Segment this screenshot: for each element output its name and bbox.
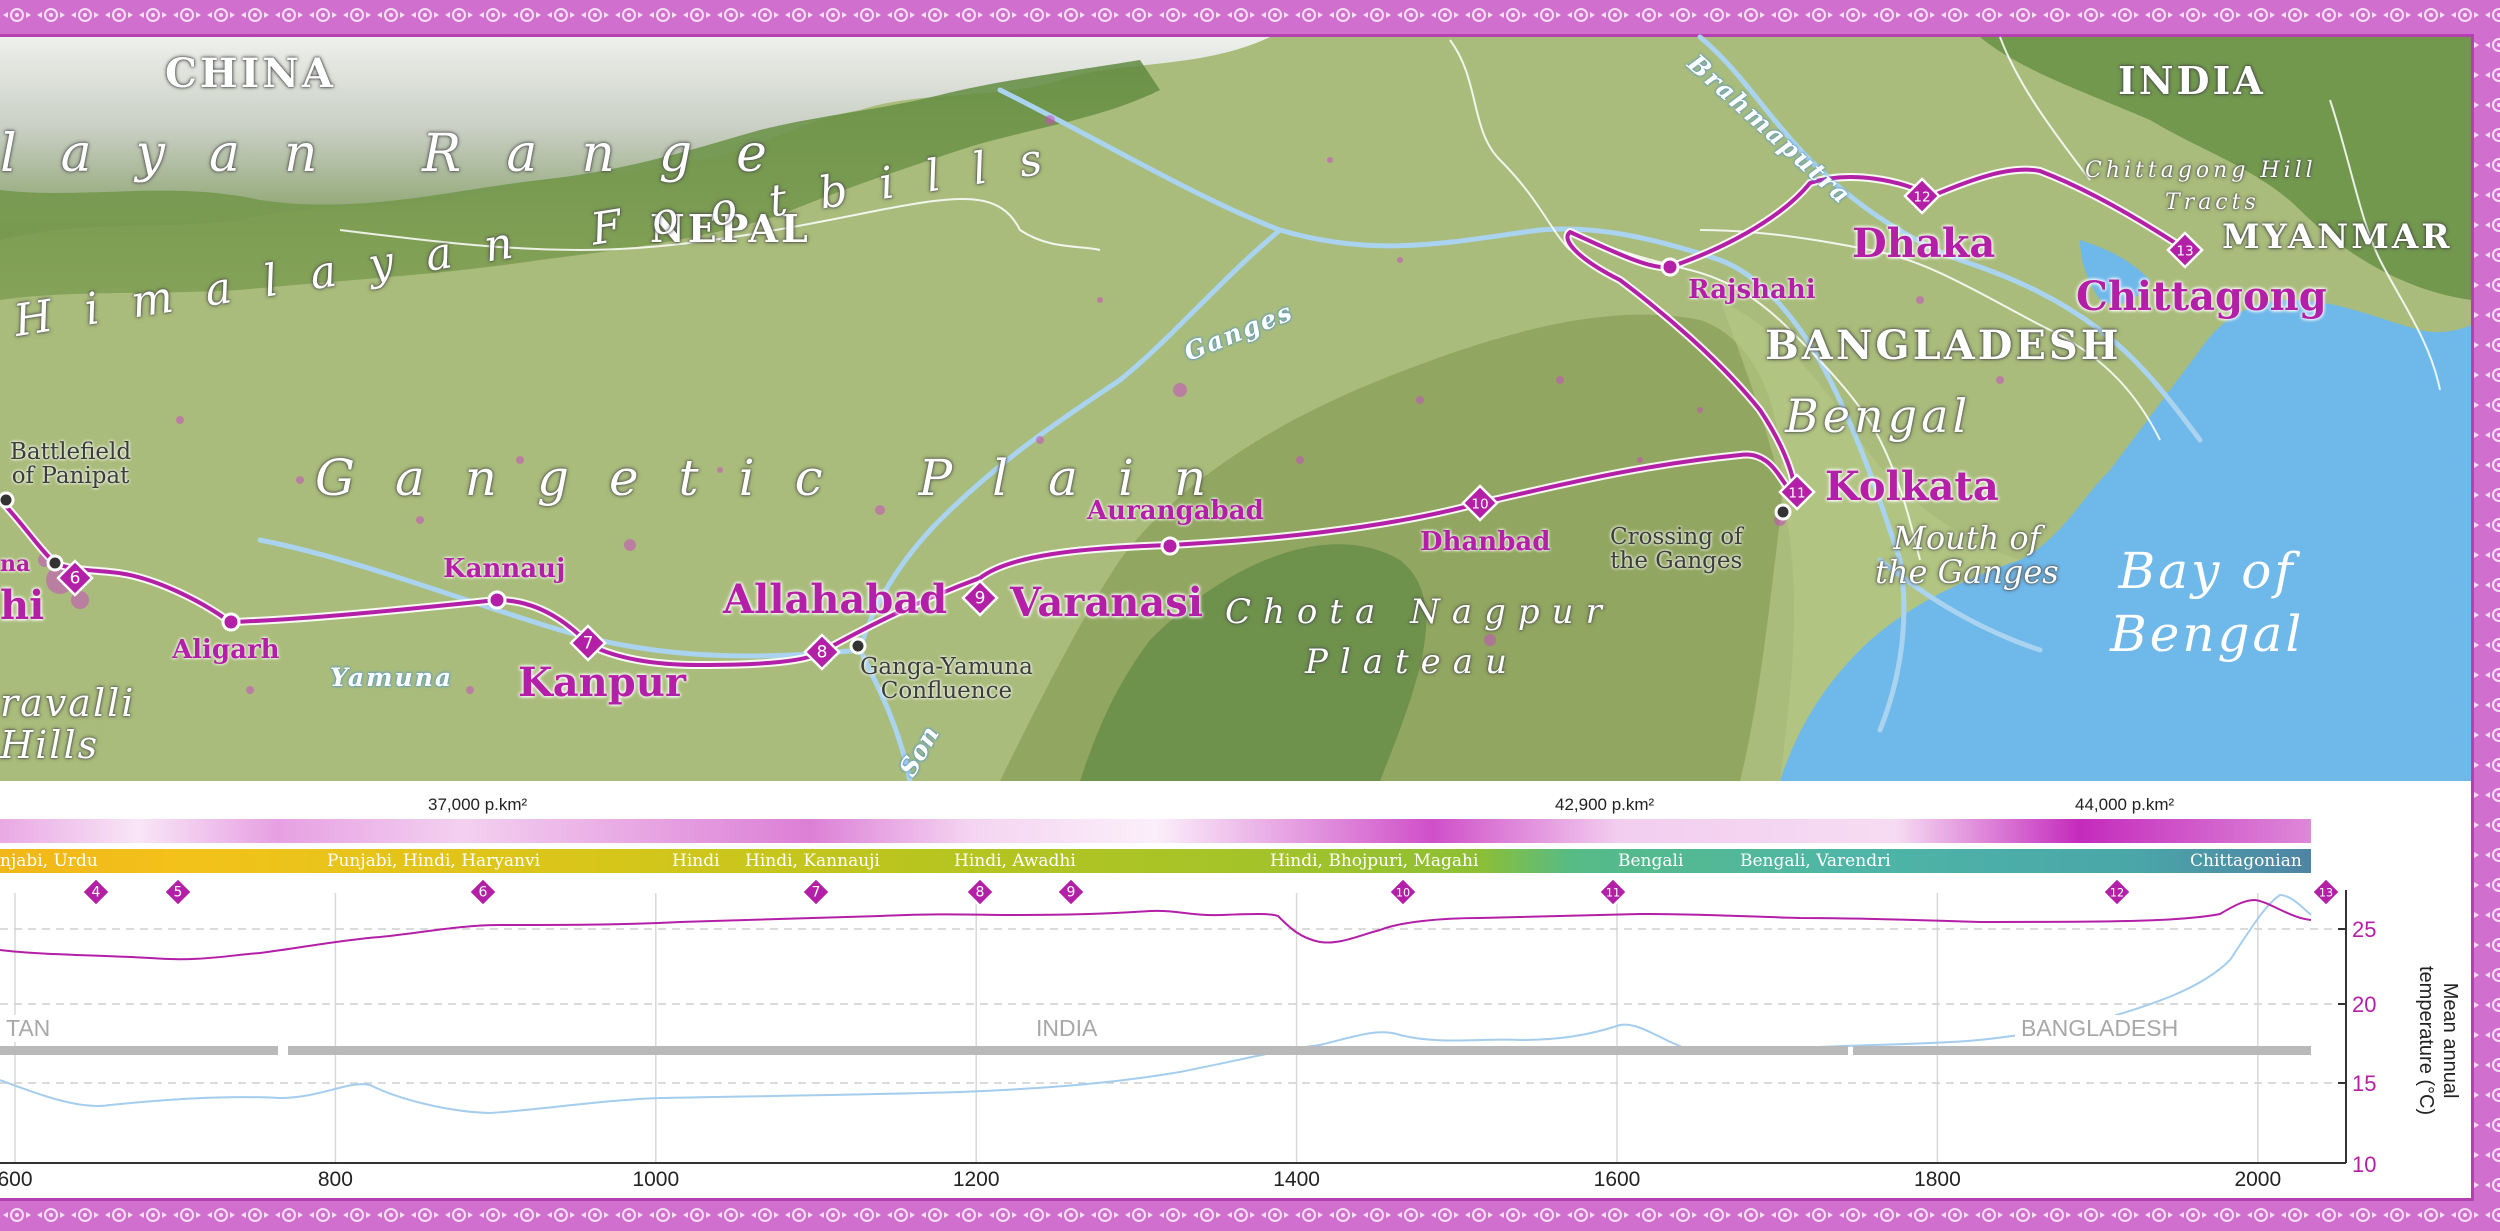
svg-text:12: 12	[1913, 190, 1930, 206]
language-label-chittagonian: Chittagonian	[2190, 851, 2302, 871]
city-dot-kannauj	[487, 590, 507, 610]
profile-panel: 4 5 6 7 8 9 10 11 12 13	[0, 781, 2471, 1198]
label-china: CHINA	[165, 50, 336, 97]
label-bangladesh: BANGLADESH	[1765, 322, 2122, 369]
label-city-dhanbad: Dhanbad	[1420, 527, 1551, 557]
label-tracts: Tracts	[2165, 190, 2260, 215]
label-bengal: Bengal	[1785, 389, 1972, 443]
country-band-pakistan	[0, 1046, 278, 1055]
city-dot-aligarh	[221, 612, 241, 632]
language-label-punjabi-urdu: njabi, Urdu	[0, 851, 98, 871]
language-label-hindi-awadhi: Hindi, Awadhi	[954, 851, 1076, 871]
x-tick-800: 800	[317, 1168, 353, 1191]
site-dot-confluence	[849, 637, 867, 655]
svg-text:6: 6	[479, 885, 488, 901]
language-label-hindi-bhojpuri-magahi: Hindi, Bhojpuri, Magahi	[1270, 851, 1479, 871]
city-dot-rajshahi	[1660, 257, 1680, 277]
label-plateau: Plateau	[1305, 642, 1519, 682]
language-label-punjabi-hindi-haryanvi: Punjabi, Hindi, Haryanvi	[327, 851, 541, 871]
label-ganga-yamuna-confluence: Ganga-Yamuna Confluence	[860, 654, 1033, 705]
label-city-varanasi: Varanasi	[1010, 579, 1203, 626]
x-tick-1600: 1600	[1593, 1168, 1641, 1191]
svg-text:10: 10	[1471, 497, 1488, 513]
x-tick-600: 600	[0, 1168, 33, 1191]
label-city-kannauj: Kannauj	[443, 554, 566, 584]
label-himalayan-range: layan Range	[0, 124, 811, 184]
country-band-india	[288, 1046, 1848, 1055]
label-city-dhaka: Dhaka	[1852, 220, 1996, 267]
language-label-bengali-varendri: Bengali, Varendri	[1740, 851, 1891, 871]
label-chota-nagpur: Chota Nagpur	[1225, 592, 1614, 632]
language-label-hindi-kannauji: Hindi, Kannauji	[745, 851, 880, 871]
density-bar	[0, 819, 2311, 843]
svg-text:8: 8	[817, 643, 828, 663]
svg-text:11: 11	[1606, 887, 1620, 900]
svg-text:6: 6	[70, 569, 81, 589]
label-myanmar: MYANMAR	[2222, 217, 2453, 257]
svg-text:13: 13	[2319, 887, 2333, 900]
label-india: INDIA	[2118, 58, 2266, 103]
label-city-partial-delhi: hi	[0, 582, 45, 629]
svg-text:10: 10	[1396, 887, 1410, 900]
language-label-bengali: Bengali	[1618, 851, 1684, 871]
svg-text:7: 7	[583, 634, 594, 654]
y-tick-25: 25	[2352, 917, 2377, 942]
y-tick-10: 10	[2352, 1152, 2377, 1177]
label-bay-of-bengal: Bay of Bengal	[2110, 542, 2305, 663]
label-city-partial-na: na	[0, 551, 31, 577]
svg-text:5: 5	[174, 885, 183, 901]
label-city-chittagong: Chittagong	[2076, 273, 2327, 320]
label-city-aurangabad: Aurangabad	[1087, 496, 1264, 526]
svg-text:4: 4	[92, 885, 101, 901]
country-band-label-bangladesh: BANGLADESH	[2015, 1015, 2185, 1042]
label-hills: Hills	[0, 723, 100, 767]
svg-text:8: 8	[976, 885, 985, 901]
svg-text:11: 11	[1788, 486, 1805, 502]
svg-text:9: 9	[1067, 885, 1076, 901]
density-label-1: 37,000 p.km²	[428, 795, 528, 814]
label-city-allahabad: Allahabad	[723, 576, 948, 623]
language-label-hindi: Hindi	[672, 851, 720, 871]
y-tick-20: 20	[2352, 992, 2377, 1017]
label-aravalli: ravalli	[0, 681, 136, 725]
label-city-aligarh: Aligarh	[172, 635, 280, 665]
country-band-label-india: INDIA	[1030, 1015, 1104, 1042]
svg-text:12: 12	[2110, 887, 2124, 900]
label-chittagong-hill: Chittagong Hill	[2085, 158, 2317, 183]
label-city-kolkata: Kolkata	[1825, 463, 1999, 510]
x-tick-1200: 1200	[952, 1168, 1000, 1191]
density-label-3: 44,000 p.km²	[2075, 795, 2175, 814]
label-battlefield-of-panipat: Battlefield of Panipat	[10, 439, 132, 490]
y-tick-15: 15	[2352, 1071, 2377, 1096]
svg-text:9: 9	[975, 589, 986, 609]
x-tick-1000: 1000	[632, 1168, 680, 1191]
label-crossing-of-the-ganges: Crossing of the Ganges	[1610, 524, 1743, 575]
x-tick-2000: 2000	[2234, 1168, 2282, 1191]
svg-text:13: 13	[2176, 244, 2193, 260]
label-city-kanpur: Kanpur	[518, 659, 686, 706]
x-tick-1800: 1800	[1914, 1168, 1961, 1191]
site-dot-crossing	[1774, 503, 1792, 521]
svg-text:7: 7	[812, 885, 821, 901]
site-dot-panipat	[0, 491, 15, 509]
density-label-2: 42,900 p.km²	[1555, 795, 1655, 814]
label-city-rajshahi: Rajshahi	[1688, 275, 1816, 305]
y-axis-label: Mean annual temperature (°C)	[2415, 966, 2461, 1116]
city-dot-aurangabad	[1160, 536, 1180, 556]
x-tick-1400: 1400	[1273, 1168, 1320, 1191]
country-band-bangladesh	[1853, 1046, 2311, 1055]
country-band-label-pakistan: TAN	[0, 1015, 57, 1042]
label-mouth-of-the-ganges: Mouth of the Ganges	[1875, 519, 2059, 591]
label-river-yamuna: Yamuna	[330, 663, 454, 692]
map-poster: 6 7 8 9 10 11 12 13 4 5 6 7 8 9 10 11 12 13 CHINA NEPAL …	[0, 0, 2500, 1231]
site-dot-delhi	[46, 554, 64, 572]
